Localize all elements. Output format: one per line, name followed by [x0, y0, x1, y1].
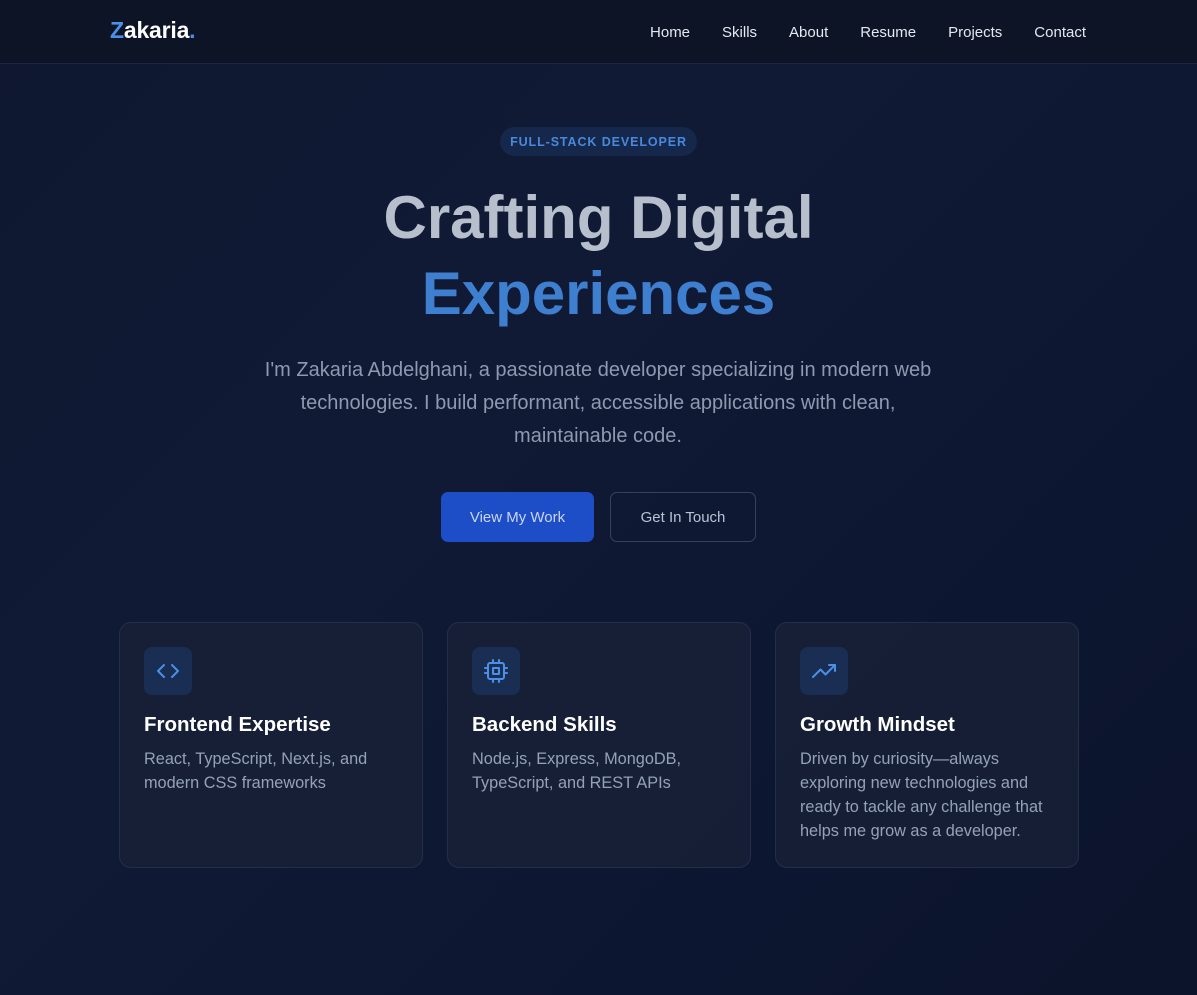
- nav-link-contact[interactable]: Contact: [1034, 24, 1086, 41]
- role-badge: FULL-STACK DEVELOPER: [500, 127, 697, 156]
- get-in-touch-button[interactable]: Get In Touch: [610, 492, 756, 542]
- navbar: Zakaria. Home Skills About Resume Projec…: [0, 0, 1197, 64]
- card-text: Node.js, Express, MongoDB, TypeScript, a…: [472, 750, 682, 792]
- hero-title: Crafting Digital Experiences: [0, 180, 1197, 332]
- nav-link-resume[interactable]: Resume: [860, 24, 916, 41]
- card-title: Growth Mindset: [800, 713, 955, 736]
- nav-link-projects[interactable]: Projects: [948, 24, 1002, 41]
- nav-link-about[interactable]: About: [789, 24, 828, 41]
- cpu-icon: [472, 647, 520, 695]
- logo-dot: .: [189, 17, 196, 43]
- hero-description: I'm Zakaria Abdelghani, a passionate dev…: [264, 359, 932, 447]
- feature-card-backend: Backend Skills Node.js, Express, MongoDB…: [447, 622, 751, 868]
- site-logo[interactable]: Zakaria.: [110, 17, 196, 44]
- nav-link-home[interactable]: Home: [650, 24, 690, 41]
- card-text: React, TypeScript, Next.js, and modern C…: [144, 750, 368, 792]
- card-text: Driven by curiosity—always exploring new…: [800, 750, 1043, 840]
- nav-link-skills[interactable]: Skills: [722, 24, 757, 41]
- trending-up-icon: [800, 647, 848, 695]
- logo-name: akaria: [123, 17, 190, 43]
- logo-initial: Z: [110, 17, 124, 43]
- nav-links: Home Skills About Resume Projects Contac…: [650, 0, 1086, 64]
- hero-title-line1: Crafting Digital: [383, 184, 814, 251]
- feature-card-growth: Growth Mindset Driven by curiosity—alway…: [775, 622, 1079, 868]
- code-icon: [144, 647, 192, 695]
- view-my-work-button[interactable]: View My Work: [441, 492, 594, 542]
- feature-card-frontend: Frontend Expertise React, TypeScript, Ne…: [119, 622, 423, 868]
- card-title: Frontend Expertise: [144, 713, 331, 736]
- card-title: Backend Skills: [472, 713, 617, 736]
- hero-title-line2: Experiences: [421, 260, 776, 327]
